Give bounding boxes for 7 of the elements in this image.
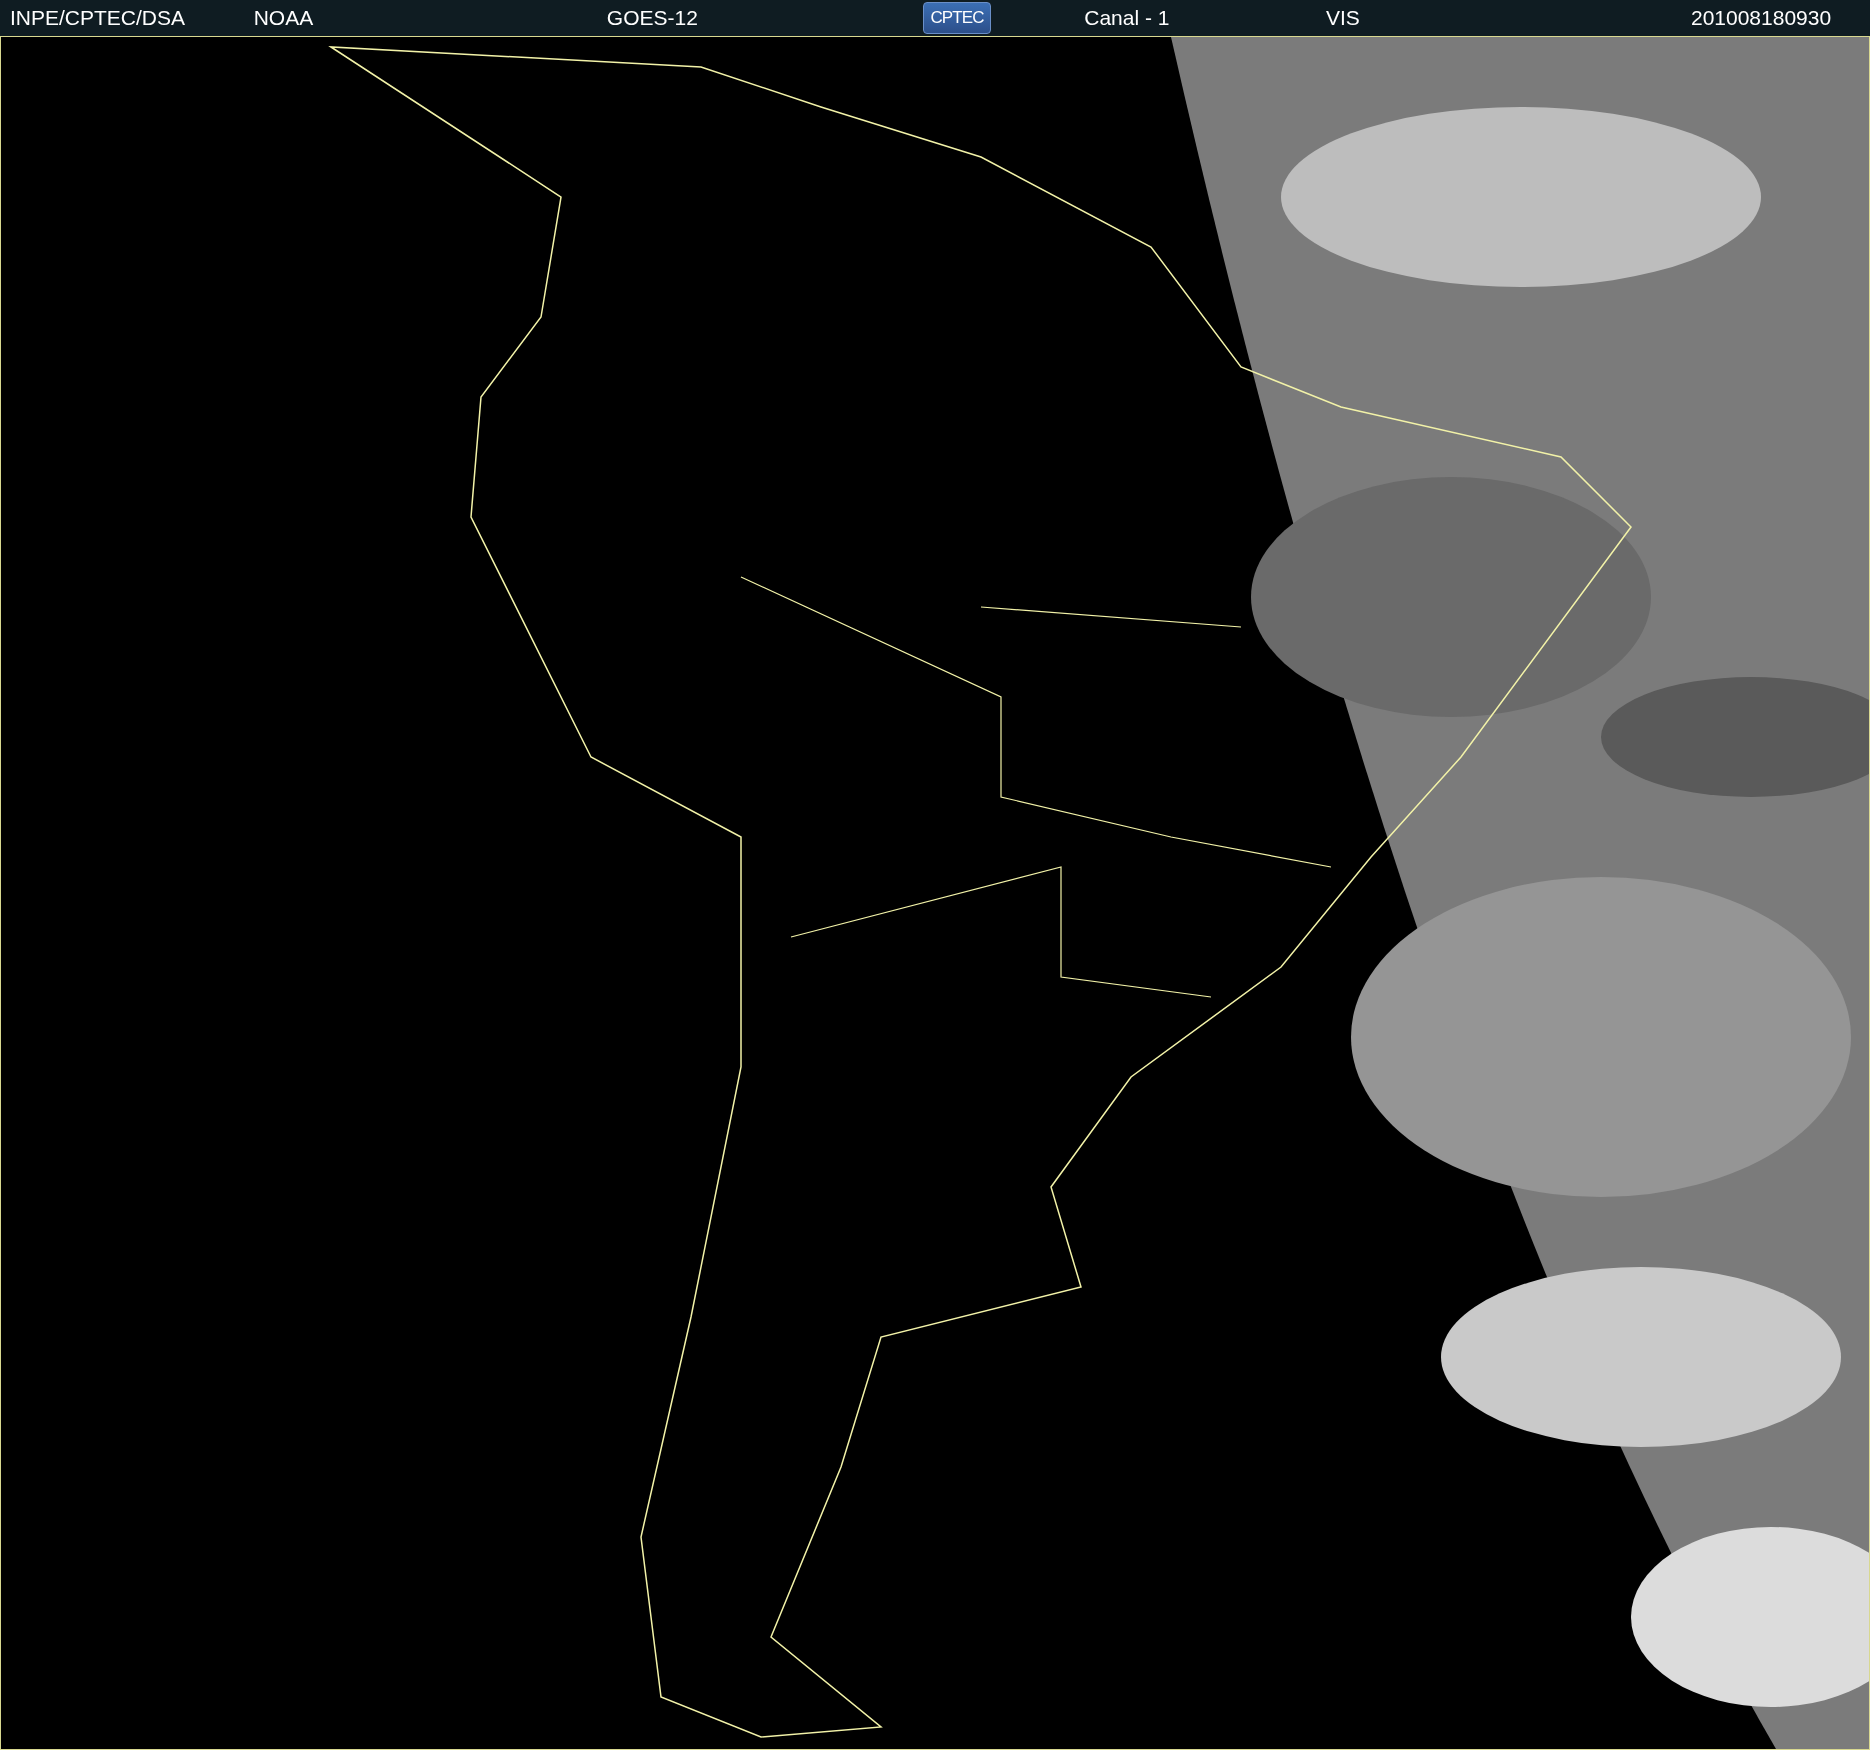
header-label: Canal - 1: [1084, 5, 1170, 32]
header-label: 201008180930: [1690, 5, 1832, 32]
header-label: VIS: [1325, 5, 1360, 32]
logo-badge: CPTEC: [923, 2, 992, 34]
header-label: GOES-12: [606, 5, 698, 32]
header-label: NOAA: [253, 5, 314, 32]
header-label: INPE/CPTEC/DSA: [10, 5, 186, 32]
